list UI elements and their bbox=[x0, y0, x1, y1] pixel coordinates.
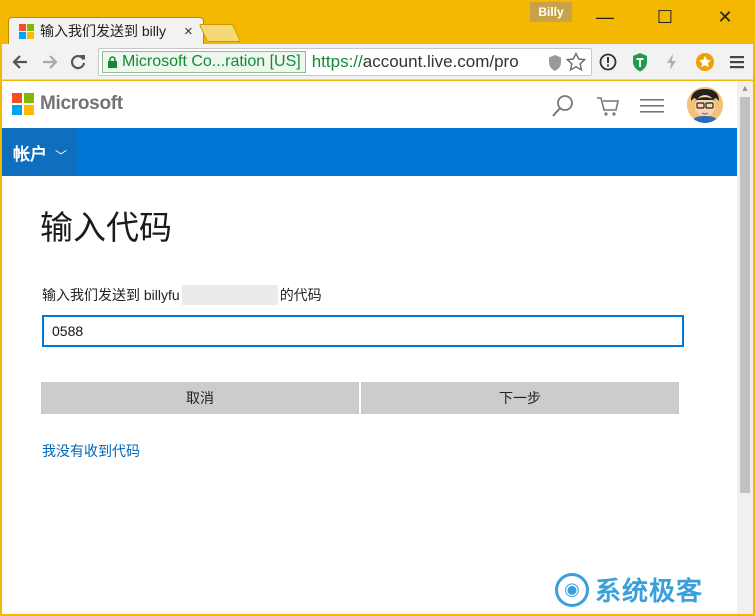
url-path: account.live.com/pro bbox=[362, 52, 519, 71]
cart-icon[interactable] bbox=[595, 93, 621, 119]
minimize-button[interactable]: — bbox=[585, 4, 625, 30]
code-input[interactable] bbox=[42, 315, 684, 347]
watermark-text: 系统极客 bbox=[595, 576, 704, 606]
account-menu-button[interactable]: 帐户 ﹀ bbox=[2, 128, 77, 176]
no-code-link[interactable]: 我没有收到代码 bbox=[42, 441, 140, 461]
instructions-prefix: 输入我们发送到 billyfu bbox=[42, 287, 180, 303]
maximize-button[interactable]: ☐ bbox=[645, 4, 685, 30]
close-window-button[interactable]: ✕ bbox=[705, 4, 745, 30]
search-icon[interactable] bbox=[550, 93, 576, 119]
tab-title: 输入我们发送到 billy bbox=[40, 23, 167, 39]
url-scheme: https:// bbox=[311, 52, 363, 71]
browser-toolbar: Microsoft Co...ration [US] https://accou… bbox=[2, 44, 753, 80]
scrollbar-thumb[interactable] bbox=[740, 97, 750, 493]
site-header: Microsoft bbox=[2, 81, 737, 128]
address-bar[interactable]: Microsoft Co...ration [US] https://accou… bbox=[98, 48, 592, 76]
code-instructions: 输入我们发送到 billyfu 的代码 bbox=[42, 285, 322, 305]
star-icon[interactable] bbox=[566, 52, 586, 72]
page-title: 输入代码 bbox=[40, 209, 172, 246]
extension-star-icon[interactable] bbox=[695, 52, 715, 72]
scroll-up-icon[interactable]: ▲ bbox=[737, 83, 753, 93]
shield-icon[interactable] bbox=[545, 53, 565, 73]
ev-label: Microsoft Co...ration [US] bbox=[122, 53, 301, 70]
lock-icon bbox=[107, 56, 118, 68]
account-menu-label: 帐户 bbox=[13, 144, 47, 164]
hamburger-menu-icon[interactable] bbox=[639, 93, 665, 119]
new-tab-button[interactable] bbox=[198, 24, 242, 42]
extension-shield-icon[interactable] bbox=[630, 52, 650, 72]
ev-certificate-badge[interactable]: Microsoft Co...ration [US] bbox=[102, 51, 306, 73]
browser-window: 输入我们发送到 billy × Billy — ☐ ✕ Microsoft Co… bbox=[0, 0, 755, 616]
chevron-down-icon: ﹀ bbox=[55, 148, 68, 163]
next-button[interactable]: 下一步 bbox=[361, 382, 679, 414]
tab-close-icon[interactable]: × bbox=[184, 23, 193, 40]
reload-icon[interactable] bbox=[66, 50, 90, 74]
menu-icon[interactable] bbox=[727, 52, 747, 72]
cancel-button[interactable]: 取消 bbox=[41, 382, 359, 414]
info-icon[interactable] bbox=[598, 52, 618, 72]
web-page: Microsoft 帐户 ﹀ 输入代码 输入我们发送到 billyfu 的代码 … bbox=[2, 81, 737, 614]
microsoft-logo[interactable]: Microsoft bbox=[12, 93, 123, 115]
microsoft-logo-icon bbox=[12, 93, 34, 115]
watermark: ◉ 系统极客 bbox=[555, 571, 703, 608]
back-icon[interactable] bbox=[8, 50, 32, 74]
redacted-email bbox=[181, 285, 278, 305]
lightning-icon[interactable] bbox=[662, 52, 682, 72]
profile-badge[interactable]: Billy bbox=[530, 2, 572, 22]
forward-icon[interactable] bbox=[38, 50, 62, 74]
logo-text: Microsoft bbox=[40, 93, 123, 114]
microsoft-favicon-icon bbox=[19, 23, 34, 39]
page-scrollbar[interactable]: ▲ bbox=[737, 81, 753, 614]
url-text: https://account.live.com/pro bbox=[312, 52, 519, 72]
watermark-logo-icon: ◉ bbox=[555, 572, 589, 607]
instructions-suffix: 的代码 bbox=[279, 287, 322, 303]
account-nav-bar: 帐户 ﹀ bbox=[2, 128, 737, 176]
browser-tab[interactable]: 输入我们发送到 billy × bbox=[8, 17, 204, 44]
avatar[interactable] bbox=[687, 87, 723, 123]
